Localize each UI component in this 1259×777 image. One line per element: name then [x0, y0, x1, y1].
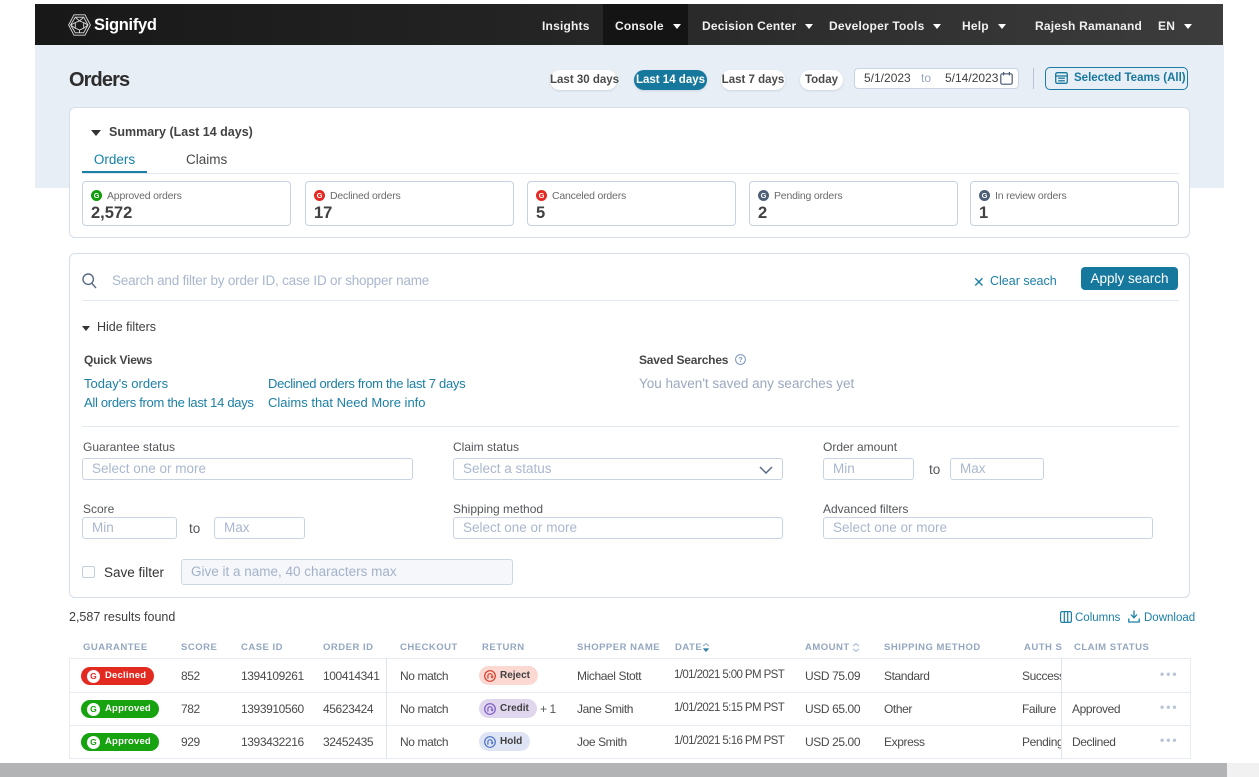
svg-text:?: ?: [738, 355, 743, 364]
